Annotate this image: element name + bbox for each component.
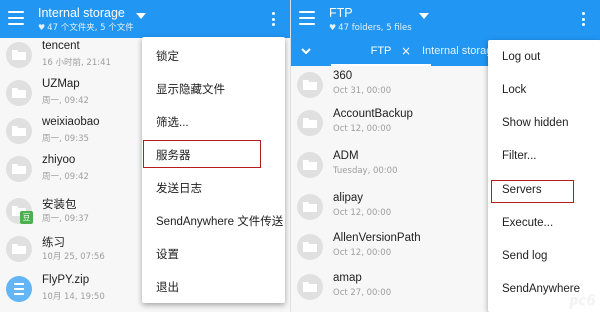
hamburger-menu-icon[interactable] bbox=[8, 11, 24, 27]
file-name: AccountBackup bbox=[333, 108, 413, 120]
watermark-logo: pc6 bbox=[569, 292, 596, 309]
servers-highlight-box bbox=[143, 140, 261, 168]
chevron-down-icon[interactable] bbox=[301, 46, 311, 56]
file-name: 360 bbox=[333, 70, 353, 82]
menu-item-show-hidden[interactable]: 显示隐藏文件 bbox=[142, 72, 285, 105]
file-date: 周一, 09:42 bbox=[42, 96, 89, 106]
left-subtitle: 47 个文件夹, 5 个文件 bbox=[47, 23, 134, 33]
file-date: Oct 31, 00:00 bbox=[333, 86, 392, 96]
folder-icon bbox=[6, 118, 32, 144]
menu-item-execute[interactable]: Execute... bbox=[488, 208, 600, 241]
file-date: Oct 27, 00:00 bbox=[333, 288, 392, 298]
file-name: 安装包 bbox=[42, 199, 77, 211]
folder-icon bbox=[6, 156, 32, 182]
file-name: tencent bbox=[42, 40, 80, 52]
file-date: 周一, 09:42 bbox=[42, 172, 89, 182]
servers-highlight-box bbox=[491, 180, 574, 203]
tab-close-icon[interactable]: × bbox=[401, 44, 411, 58]
right-overflow-menu-icon[interactable] bbox=[582, 12, 586, 28]
file-date: 周一, 09:37 bbox=[42, 214, 89, 224]
file-name: UZMap bbox=[42, 78, 80, 90]
menu-item-send-log[interactable]: 发送日志 bbox=[142, 171, 285, 204]
file-date: Tuesday, 00:00 bbox=[333, 166, 398, 176]
left-title: Internal storage bbox=[38, 6, 125, 20]
right-panel: FTP ♥ 47 folders, 5 files FTP × Internal … bbox=[290, 0, 600, 312]
file-name: ADM bbox=[333, 150, 359, 162]
file-date: Oct 12, 00:00 bbox=[333, 208, 392, 218]
tab-internal-storage[interactable]: Internal storage bbox=[422, 38, 498, 66]
menu-item-filter[interactable]: 筛选... bbox=[142, 105, 285, 138]
file-name: FlyPY.zip bbox=[42, 274, 90, 286]
file-name: zhiyoo bbox=[42, 154, 76, 166]
menu-item-exit[interactable]: 退出 bbox=[142, 270, 285, 303]
tab-ftp[interactable]: FTP bbox=[331, 38, 431, 66]
apk-badge-icon: 豆 bbox=[20, 211, 33, 224]
menu-item-send-log[interactable]: Send log bbox=[488, 241, 600, 274]
right-title-dropdown-icon[interactable] bbox=[419, 13, 429, 19]
hamburger-menu-icon[interactable] bbox=[299, 11, 315, 27]
left-app-bar: Internal storage ♥ 47 个文件夹, 5 个文件 bbox=[0, 0, 290, 38]
zip-file-icon bbox=[6, 276, 32, 302]
right-app-bar: FTP ♥ 47 folders, 5 files bbox=[291, 0, 600, 38]
left-overflow-menu-icon[interactable] bbox=[272, 12, 276, 28]
menu-item-sendanywhere[interactable]: SendAnywhere 文件传送 bbox=[142, 204, 285, 237]
menu-item-filter[interactable]: Filter... bbox=[488, 141, 600, 174]
left-overflow-menu: 锁定 显示隐藏文件 筛选... 服务器 发送日志 SendAnywhere 文件… bbox=[142, 37, 285, 303]
left-title-area[interactable]: Internal storage ♥ 47 个文件夹, 5 个文件 bbox=[38, 6, 134, 34]
menu-item-settings[interactable]: 设置 bbox=[142, 237, 285, 270]
folder-icon bbox=[6, 236, 32, 262]
right-title-area[interactable]: FTP ♥ 47 folders, 5 files bbox=[329, 6, 412, 34]
heart-icon: ♥ bbox=[38, 23, 46, 32]
right-overflow-menu: Log out Lock Show hidden Filter... Serve… bbox=[488, 40, 600, 312]
left-title-dropdown-icon[interactable] bbox=[136, 13, 146, 19]
file-date: 16 小时前, 21:41 bbox=[42, 58, 111, 68]
file-name: weixiaobao bbox=[42, 116, 100, 128]
folder-icon bbox=[6, 80, 32, 106]
menu-item-lock[interactable]: Lock bbox=[488, 75, 600, 108]
folder-icon bbox=[297, 110, 323, 136]
folder-icon bbox=[297, 274, 323, 300]
folder-icon bbox=[6, 42, 32, 68]
file-date: 10月 25, 07:56 bbox=[42, 252, 105, 262]
file-date: Oct 12, 00:00 bbox=[333, 124, 392, 134]
folder-icon bbox=[297, 72, 323, 98]
folder-icon bbox=[297, 234, 323, 260]
file-date: Oct 12, 00:00 bbox=[333, 248, 392, 258]
menu-item-show-hidden[interactable]: Show hidden bbox=[488, 108, 600, 141]
file-name: AllenVersionPath bbox=[333, 232, 421, 244]
file-name: alipay bbox=[333, 192, 364, 204]
heart-icon: ♥ bbox=[329, 23, 337, 32]
file-name: amap bbox=[333, 272, 362, 284]
menu-item-log-out[interactable]: Log out bbox=[488, 42, 600, 75]
right-subtitle: 47 folders, 5 files bbox=[338, 23, 412, 33]
file-name: 练习 bbox=[42, 237, 65, 249]
folder-icon bbox=[297, 194, 323, 220]
file-date: 10月 14, 19:50 bbox=[42, 292, 105, 302]
left-panel: Internal storage ♥ 47 个文件夹, 5 个文件 tencent… bbox=[0, 0, 290, 312]
menu-item-lock[interactable]: 锁定 bbox=[142, 39, 285, 72]
folder-icon bbox=[297, 152, 323, 178]
file-date: 周一, 09:35 bbox=[42, 134, 89, 144]
right-title: FTP bbox=[329, 6, 353, 20]
